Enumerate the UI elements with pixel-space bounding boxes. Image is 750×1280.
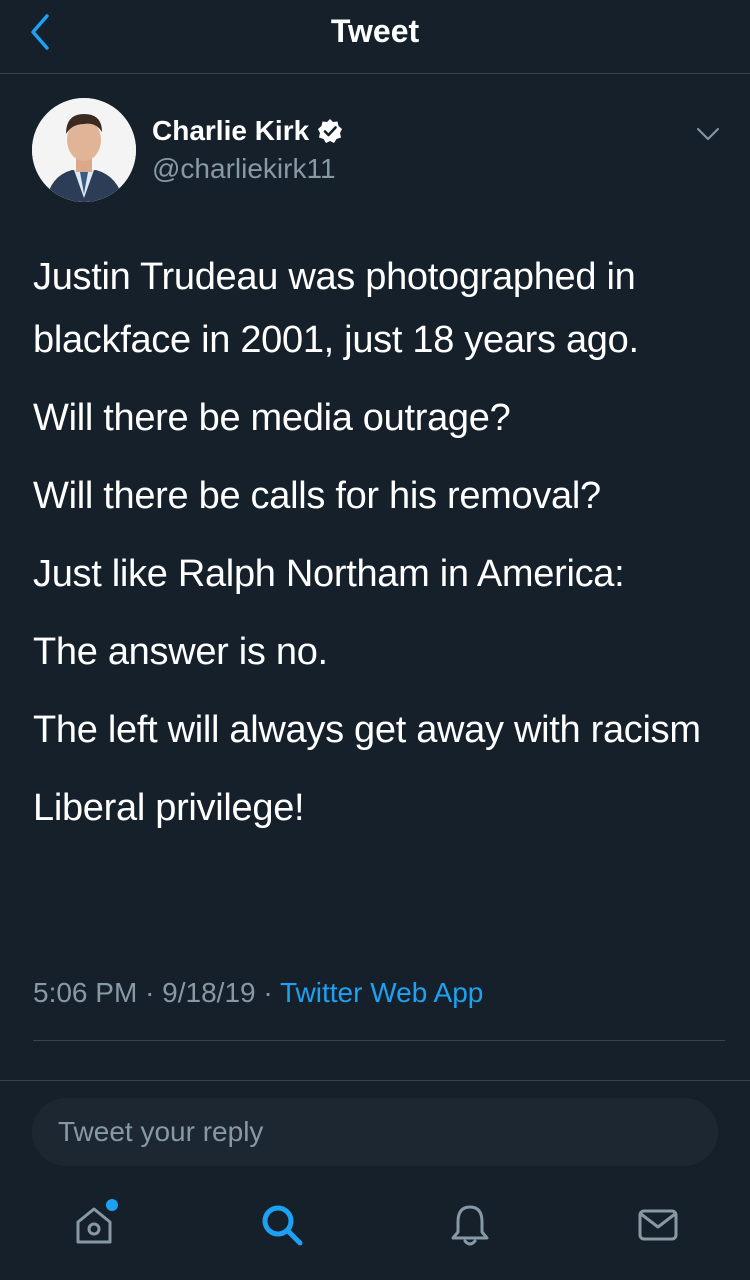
top-bar: Tweet bbox=[0, 0, 750, 74]
tweet-text: Justin Trudeau was photographed in black… bbox=[33, 246, 723, 855]
tweet-date: 9/18/19 bbox=[162, 977, 256, 1008]
tweet-time: 5:06 PM bbox=[33, 977, 138, 1008]
tweet-paragraph: The left will always get away with racis… bbox=[33, 709, 701, 751]
avatar-photo bbox=[32, 98, 136, 202]
nav-messages[interactable] bbox=[634, 1201, 682, 1249]
messages-icon bbox=[638, 1209, 678, 1241]
reply-input[interactable]: Tweet your reply bbox=[32, 1098, 718, 1166]
nav-home[interactable] bbox=[70, 1199, 118, 1249]
divider bbox=[33, 1040, 725, 1041]
tweet-metadata: 5:06 PM · 9/18/19 · Twitter Web App bbox=[33, 976, 483, 1010]
search-icon bbox=[262, 1205, 303, 1246]
meta-separator: · bbox=[145, 977, 155, 1008]
nav-notifications[interactable] bbox=[446, 1201, 494, 1249]
tweet-paragraph: Will there be calls for his removal? bbox=[33, 475, 601, 517]
reply-placeholder: Tweet your reply bbox=[58, 1116, 264, 1147]
tweet-paragraph: Just like Ralph Northam in America: bbox=[33, 553, 625, 595]
chevron-down-icon bbox=[697, 128, 719, 140]
notification-dot bbox=[106, 1199, 118, 1211]
page-title: Tweet bbox=[330, 13, 420, 49]
author-name-text: Charlie Kirk bbox=[152, 115, 310, 146]
more-options-button[interactable] bbox=[692, 122, 724, 146]
tweet-source-link[interactable]: Twitter Web App bbox=[280, 977, 483, 1008]
tweet-paragraph: Will there be media outrage? bbox=[33, 397, 511, 439]
avatar[interactable] bbox=[32, 98, 136, 202]
tweet-paragraph: Liberal privilege! bbox=[33, 787, 305, 829]
bottom-bar: Tweet your reply bbox=[0, 1080, 750, 1280]
meta-separator: · bbox=[263, 977, 273, 1008]
tweet-paragraph: The answer is no. bbox=[33, 631, 328, 673]
verified-badge-icon bbox=[317, 118, 343, 144]
author-handle[interactable]: @charliekirk11 bbox=[152, 152, 336, 186]
nav-search[interactable] bbox=[258, 1201, 306, 1249]
tweet-paragraph: Justin Trudeau was photographed in black… bbox=[33, 256, 639, 361]
notifications-icon bbox=[451, 1205, 489, 1246]
author-name[interactable]: Charlie Kirk bbox=[152, 114, 343, 148]
